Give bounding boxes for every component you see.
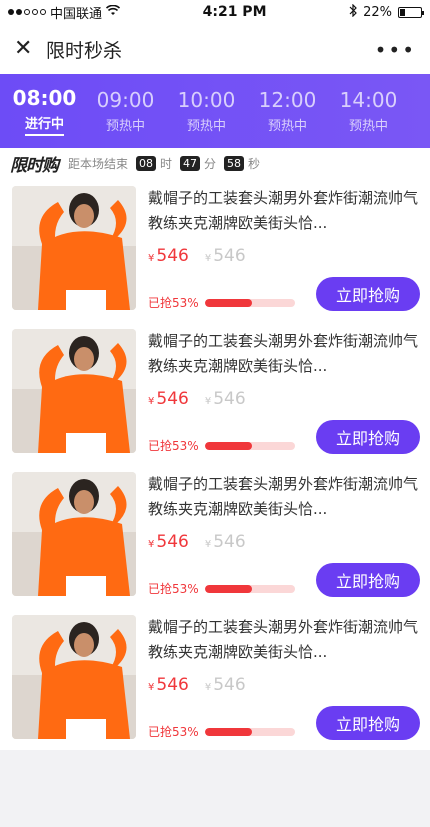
price-row: ¥546 ¥546 (148, 675, 420, 695)
product-image[interactable] (12, 615, 136, 739)
time-tab-time: 12:00 (258, 88, 317, 112)
countdown-seconds: 58 (224, 155, 245, 171)
time-tab-1400[interactable]: 14:00 预热中 (328, 74, 409, 148)
bottom-spacer (0, 750, 430, 810)
progress-bar (204, 441, 295, 450)
time-tab-0800[interactable]: 08:00 进行中 (4, 74, 85, 148)
countdown-label: 距本场结束 (68, 156, 129, 171)
current-price: ¥546 (148, 675, 189, 695)
countdown-bar: 限时购 距本场结束 08 时 47 分 58 秒 (0, 148, 430, 178)
wifi-icon (105, 4, 121, 20)
time-tab-0900[interactable]: 09:00 预热中 (85, 74, 166, 148)
more-icon[interactable]: ••• (375, 38, 416, 62)
product-info: 戴帽子的工装套头潮男外套炸街潮流帅气教练夹克潮牌欧美街头恰... ¥546 ¥5… (148, 472, 420, 599)
time-tab-1000[interactable]: 10:00 预热中 (166, 74, 247, 148)
time-tab-time: 14:00 (339, 88, 398, 112)
product-item[interactable]: 戴帽子的工装套头潮男外套炸街潮流帅气教练夹克潮牌欧美街头恰... ¥546 ¥5… (0, 464, 430, 607)
buy-now-button[interactable]: 立即抢购 (316, 706, 420, 740)
product-name[interactable]: 戴帽子的工装套头潮男外套炸街潮流帅气教练夹克潮牌欧美街头恰... (148, 615, 420, 665)
progress-fill (204, 441, 253, 450)
original-price: ¥546 (204, 246, 246, 266)
sold-text: 已抢53% (148, 725, 199, 739)
progress-fill (204, 584, 253, 593)
nav-header: ✕ 限时秒杀 ••• (0, 24, 430, 74)
hours-unit: 时 (160, 156, 173, 171)
seconds-unit: 秒 (248, 156, 261, 171)
product-name[interactable]: 戴帽子的工装套头潮男外套炸街潮流帅气教练夹克潮牌欧美街头恰... (148, 329, 420, 379)
time-tabs: 08:00 进行中 09:00 预热中 10:00 预热中 12:00 预热中 … (0, 74, 430, 148)
sold-progress: 已抢53% (148, 723, 295, 740)
status-bar: 中国联通 4:21 PM 22% (0, 0, 430, 24)
progress-fill (204, 727, 253, 736)
current-price: ¥546 (148, 389, 189, 409)
current-price: ¥546 (148, 246, 189, 266)
status-right: 22% (349, 3, 424, 21)
close-icon[interactable]: ✕ (14, 38, 38, 60)
price-row: ¥546 ¥546 (148, 532, 420, 552)
price-row: ¥546 ¥546 (148, 389, 420, 409)
time-tab-status: 预热中 (186, 119, 226, 134)
flash-sale-logo: 限时购 (10, 155, 59, 176)
time-tab-1200[interactable]: 12:00 预热中 (247, 74, 328, 148)
product-name[interactable]: 戴帽子的工装套头潮男外套炸街潮流帅气教练夹克潮牌欧美街头恰... (148, 472, 420, 522)
time-tab-time: 08:00 (12, 86, 77, 110)
minutes-unit: 分 (204, 156, 217, 171)
product-info: 戴帽子的工装套头潮男外套炸街潮流帅气教练夹克潮牌欧美街头恰... ¥546 ¥5… (148, 186, 420, 313)
buy-now-button[interactable]: 立即抢购 (316, 563, 420, 597)
product-image[interactable] (12, 329, 136, 453)
clock: 4:21 PM (202, 4, 267, 20)
sold-text: 已抢53% (148, 439, 199, 453)
signal-icon (8, 9, 46, 15)
bluetooth-icon (349, 3, 357, 21)
progress-bar (204, 298, 295, 307)
sold-progress: 已抢53% (148, 437, 295, 454)
product-image[interactable] (12, 472, 136, 596)
time-tab-status: 预热中 (267, 119, 307, 134)
battery-icon (398, 6, 424, 18)
product-info: 戴帽子的工装套头潮男外套炸街潮流帅气教练夹克潮牌欧美街头恰... ¥546 ¥5… (148, 329, 420, 456)
original-price: ¥546 (204, 675, 246, 695)
original-price: ¥546 (204, 532, 246, 552)
product-item[interactable]: 戴帽子的工装套头潮男外套炸街潮流帅气教练夹克潮牌欧美街头恰... ¥546 ¥5… (0, 607, 430, 750)
current-price: ¥546 (148, 532, 189, 552)
progress-fill (204, 298, 253, 307)
sold-progress: 已抢53% (148, 580, 295, 597)
battery-percent: 22% (363, 4, 392, 20)
buy-now-button[interactable]: 立即抢购 (316, 277, 420, 311)
product-item[interactable]: 戴帽子的工装套头潮男外套炸街潮流帅气教练夹克潮牌欧美街头恰... ¥546 ¥5… (0, 321, 430, 464)
product-item[interactable]: 戴帽子的工装套头潮男外套炸街潮流帅气教练夹克潮牌欧美街头恰... ¥546 ¥5… (0, 178, 430, 321)
sold-progress: 已抢53% (148, 294, 295, 311)
time-tab-status: 预热中 (348, 119, 388, 134)
countdown-hours: 08 (136, 155, 157, 171)
progress-bar (204, 727, 295, 736)
progress-bar (204, 584, 295, 593)
price-row: ¥546 ¥546 (148, 246, 420, 266)
page-title: 限时秒杀 (46, 39, 123, 62)
carrier-label: 中国联通 (50, 6, 103, 22)
sold-text: 已抢53% (148, 296, 199, 310)
original-price: ¥546 (204, 389, 246, 409)
buy-now-button[interactable]: 立即抢购 (316, 420, 420, 454)
product-name[interactable]: 戴帽子的工装套头潮男外套炸街潮流帅气教练夹克潮牌欧美街头恰... (148, 186, 420, 236)
time-tab-time: 09:00 (96, 88, 155, 112)
countdown-minutes: 47 (180, 155, 201, 171)
product-image[interactable] (12, 186, 136, 310)
status-left: 中国联通 (8, 3, 121, 22)
time-tab-status: 预热中 (105, 119, 145, 134)
sold-text: 已抢53% (148, 582, 199, 596)
time-tab-time: 10:00 (177, 88, 236, 112)
product-info: 戴帽子的工装套头潮男外套炸街潮流帅气教练夹克潮牌欧美街头恰... ¥546 ¥5… (148, 615, 420, 742)
product-list: 戴帽子的工装套头潮男外套炸街潮流帅气教练夹克潮牌欧美街头恰... ¥546 ¥5… (0, 178, 430, 750)
time-tab-status: 进行中 (24, 113, 64, 136)
